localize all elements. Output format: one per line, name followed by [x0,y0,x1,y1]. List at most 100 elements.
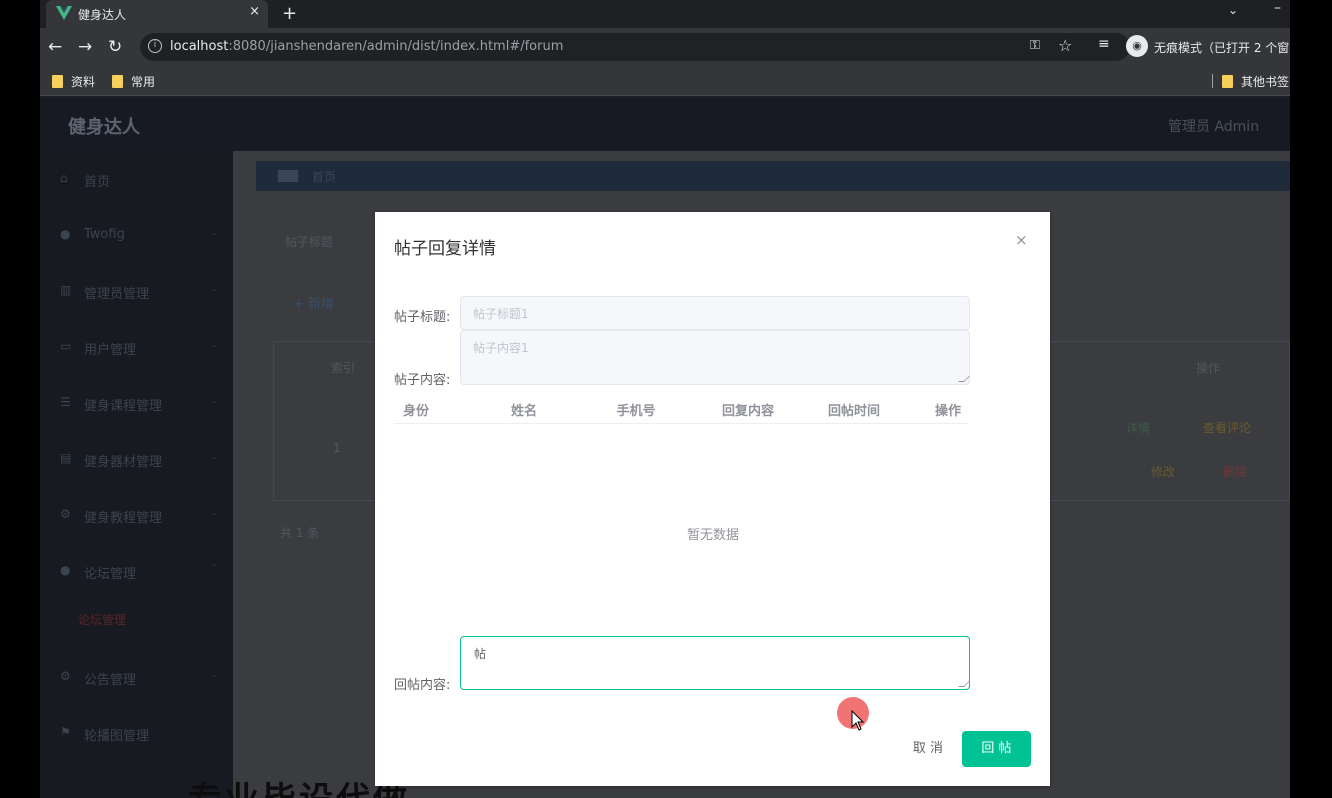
post-title-label: 帖子标题: [394,310,451,325]
submit-reply-button[interactable]: 回 帖 [962,731,1031,767]
user-icon: ● [60,227,71,241]
other-bookmarks[interactable]: 其他书签 [1222,73,1289,90]
sidebar-item-admin[interactable]: ▥ 管理员管理 ⌄ [40,263,233,319]
add-button[interactable]: + 新增 [293,293,334,312]
breadcrumb-icon [278,170,298,182]
chevron-down-icon: ⌄ [210,451,219,462]
column-header-actions: 操作 [934,404,962,419]
sidebar-item-notices[interactable]: ⚙ 公告管理 ⌄ [40,649,233,705]
view-comments-button[interactable]: 查看评论 [1203,419,1251,436]
column-header: 操作 [1196,361,1221,375]
screen-border [1290,0,1332,798]
reply-content-input[interactable]: 帖 [460,636,970,690]
browser-toolbar: ← → ↻ i localhost:8080/jianshendaren/adm… [40,28,1290,66]
bookmark-divider [1212,74,1213,88]
resize-handle-icon[interactable] [958,376,970,382]
sidebar-item-tutorials[interactable]: ⚙ 健身教程管理 ⌄ [40,487,233,543]
admin-user[interactable]: 管理员 Admin [1168,116,1259,136]
reply-content-label: 回帖内容: [394,678,451,693]
reply-table-header: 身份 姓名 手机号 回复内容 回帖时间 操作 [394,390,969,424]
media-control-icon[interactable]: ≡ [1098,36,1110,52]
pagination-total: 共 1 条 [280,526,320,540]
sidebar-item-courses[interactable]: ☰ 健身课程管理 ⌄ [40,375,233,431]
table-cell: 1 [333,441,341,455]
breadcrumb-text: 首页 [312,170,337,184]
post-content-text: 帖子内容1 [473,341,529,355]
sidebar-item-equipment[interactable]: ▤ 健身器材管理 ⌄ [40,431,233,487]
sidebar: ⌂ 首页 ● Twofig ⌄ ▥ 管理员管理 ⌄ ▭ 用户管理 ⌄ ☰ 健身课… [40,151,233,798]
column-header-identity: 身份 [402,404,430,419]
post-content-label: 帖子内容: [394,373,451,388]
url-text[interactable]: localhost:8080/jianshendaren/admin/dist/… [170,39,563,54]
chevron-down-icon: ⌄ [210,507,219,518]
cancel-button[interactable]: 取 消 [897,731,959,767]
bookmark-folder[interactable]: 常用 [112,73,155,90]
incognito-label[interactable]: 无痕模式（已打开 2 个窗口 [1154,39,1290,56]
sidebar-item-forum[interactable]: ● 论坛管理 ⌃ [40,543,233,599]
vue-logo-icon [56,6,72,20]
back-icon[interactable]: ← [48,37,62,57]
sidebar-item-users[interactable]: ▭ 用户管理 ⌄ [40,319,233,375]
app-header: 健身达人 管理员 Admin [40,97,1290,151]
post-content-field: 帖子内容1 [460,330,970,385]
sidebar-item-label: 健身器材管理 [84,455,163,470]
sidebar-item-label: 论坛管理 [84,567,137,582]
app-brand: 健身达人 [68,117,140,138]
dialog-title: 帖子回复详情 [394,239,496,259]
chart-icon: ▥ [60,283,72,297]
chevron-down-icon[interactable]: ⌄ [1228,3,1238,17]
flag-icon: ⚑ [60,725,71,739]
new-tab-button[interactable]: + [282,3,297,24]
close-icon[interactable]: × [249,4,260,19]
info-icon[interactable]: i [148,39,162,53]
detail-button[interactable]: 详情 [1126,419,1150,436]
folder-icon: ▭ [60,339,72,353]
tab-title: 健身达人 [78,8,127,22]
minimize-icon[interactable]: – [1274,0,1281,16]
edit-button[interactable]: 修改 [1151,463,1175,480]
chevron-down-icon: ⌄ [210,669,219,680]
star-icon[interactable]: ☆ [1058,36,1072,55]
delete-button[interactable]: 删除 [1223,463,1247,480]
gear-icon: ⚙ [60,669,71,683]
sidebar-item-label: 健身教程管理 [84,511,163,526]
folder-icon [1222,75,1233,88]
column-header: 索引 [331,361,356,375]
incognito-icon[interactable]: ◉ [1126,35,1148,57]
home-icon: ⌂ [60,171,68,185]
breadcrumb: 首页 [256,161,1290,191]
sidebar-item-twofig[interactable]: ● Twofig ⌄ [40,207,233,263]
resize-handle-icon[interactable] [958,681,970,687]
printer-icon: ▤ [60,451,72,465]
sidebar-item-label: 首页 [84,175,111,190]
address-bar[interactable]: i localhost:8080/jianshendaren/admin/dis… [140,33,1130,61]
sidebar-item-label: 健身课程管理 [84,399,163,414]
sidebar-item-carousel[interactable]: ⚑ 轮播图管理 [40,705,233,761]
cursor-icon [851,710,865,731]
column-header-name: 姓名 [510,404,538,419]
folder-icon [52,75,63,88]
sidebar-item-label: 轮播图管理 [84,729,150,744]
user-icon: ● [60,563,71,577]
reload-icon[interactable]: ↻ [108,37,122,57]
chevron-up-icon: ⌃ [210,563,219,574]
sidebar-subitem-forum[interactable]: 论坛管理 [78,611,126,628]
tab-strip: 健身达人 × + ⌄ – [40,0,1290,28]
search-input[interactable]: 帖子标题 [285,233,333,250]
chevron-down-icon: ⌄ [210,339,219,350]
folder-icon [112,75,123,88]
column-header-reply: 回复内容 [721,404,775,419]
chevron-down-icon: ⌄ [210,395,219,406]
key-icon[interactable]: ⚿ [1030,38,1040,53]
reply-content-text: 帖 [474,647,487,661]
browser-tab[interactable]: 健身达人 × [46,0,268,28]
sidebar-item-label: 用户管理 [84,343,137,358]
chevron-down-icon: ⌄ [210,227,219,238]
reply-dialog: 帖子回复详情 × 帖子标题: 帖子标题1 帖子内容: 帖子内容1 身份 姓名 手… [375,212,1050,786]
close-icon[interactable]: × [1015,231,1028,249]
forward-icon[interactable]: → [78,37,92,57]
bookmark-folder[interactable]: 资料 [52,73,95,90]
column-header-phone: 手机号 [616,404,656,419]
browser-window: 健身达人 × + ⌄ – ← → ↻ i localhost:8080/jian… [40,0,1290,798]
sidebar-item-home[interactable]: ⌂ 首页 [40,151,233,207]
